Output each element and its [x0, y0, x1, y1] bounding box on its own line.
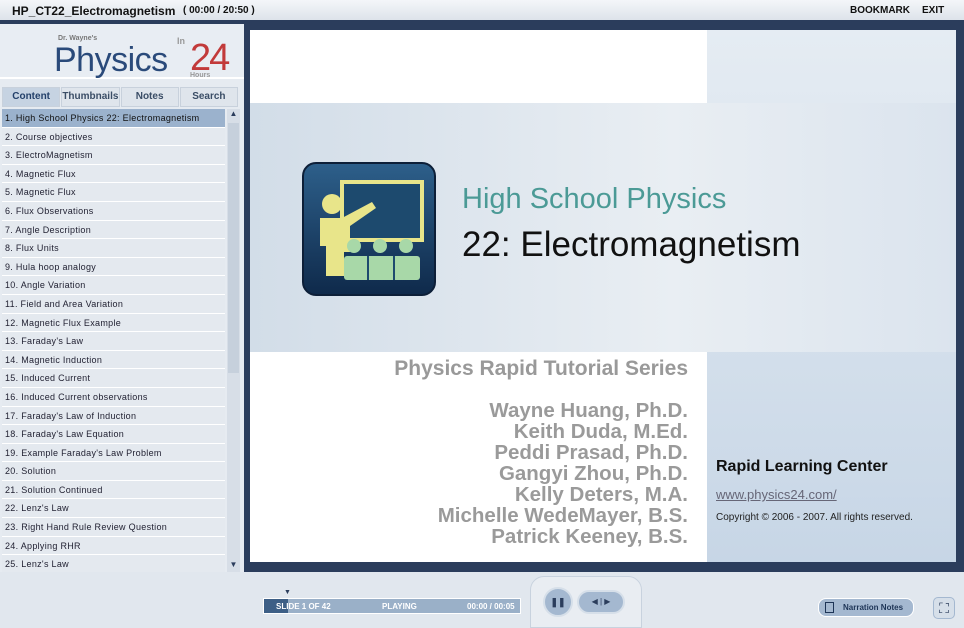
fullscreen-icon[interactable]: ⛶ — [933, 597, 955, 619]
logo-in: In — [177, 36, 185, 46]
list-item[interactable]: 6. Flux Observations — [2, 201, 225, 221]
next-icon[interactable]: ▶ — [604, 597, 610, 606]
slide-heading: High School Physics — [462, 183, 727, 215]
bookmark-button[interactable]: BOOKMARK — [850, 5, 910, 16]
slide-list: 1. High School Physics 22: Electromagnet… — [2, 109, 225, 572]
list-item[interactable]: 4. Magnetic Flux — [2, 164, 225, 184]
logo-physics: Physics — [54, 41, 168, 79]
list-item[interactable]: 21. Solution Continued — [2, 480, 225, 500]
scroll-thumb[interactable] — [228, 123, 239, 373]
list-item[interactable]: 12. Magnetic Flux Example — [2, 313, 225, 333]
series-title: Physics Rapid Tutorial Series — [394, 357, 688, 380]
narration-notes-button[interactable]: Narration Notes — [818, 598, 914, 617]
author: Michelle WedeMayer, B.S. — [437, 504, 688, 527]
list-item[interactable]: 5. Magnetic Flux — [2, 183, 225, 202]
copyright: Copyright © 2006 - 2007. All rights rese… — [716, 512, 913, 523]
total-time: ( 00:00 / 20:50 ) — [183, 5, 255, 16]
list-item[interactable]: 14. Magnetic Induction — [2, 350, 225, 370]
sidebar-tabs: Content Thumbnails Notes Search — [2, 87, 238, 107]
playback-controls: ❚❚ ◀ | ▶ — [530, 576, 642, 628]
list-item[interactable]: 15. Induced Current — [2, 369, 225, 388]
tab-search[interactable]: Search — [179, 87, 238, 107]
author: Gangyi Zhou, Ph.D. — [498, 462, 688, 485]
author: Patrick Keeney, B.S. — [491, 525, 688, 548]
logo: Dr. Wayne's Physics In 24 Hours — [0, 24, 244, 79]
list-item[interactable]: 19. Example Faraday's Law Problem — [2, 443, 225, 463]
list-item[interactable]: 13. Faraday's Law — [2, 332, 225, 351]
prev-next-buttons[interactable]: ◀ | ▶ — [577, 590, 625, 614]
list-item[interactable]: 9. Hula hoop analogy — [2, 257, 225, 277]
notes-icon — [825, 602, 834, 613]
scrollbar[interactable]: ▲ ▼ — [227, 109, 240, 572]
narration-notes-label: Narration Notes — [843, 603, 904, 612]
list-item[interactable]: 7. Angle Description — [2, 220, 225, 240]
tab-thumbnails[interactable]: Thumbnails — [61, 87, 120, 107]
exit-button[interactable]: EXIT — [922, 5, 944, 16]
player-bar: ▼ SLIDE 1 OF 42 PLAYING 00:00 / 00:05 ❚❚… — [0, 572, 964, 628]
list-item[interactable]: 1. High School Physics 22: Electromagnet… — [2, 109, 225, 128]
list-item[interactable]: 25. Lenz's Law — [2, 555, 225, 572]
teacher-icon — [302, 162, 436, 296]
slide-time: 00:00 / 00:05 — [467, 602, 515, 611]
progress-marker-icon[interactable]: ▼ — [284, 589, 291, 596]
tab-content[interactable]: Content — [2, 87, 61, 107]
list-item[interactable]: 2. Course objectives — [2, 127, 225, 147]
list-item[interactable]: 20. Solution — [2, 462, 225, 481]
play-status: PLAYING — [382, 602, 417, 611]
list-item[interactable]: 11. Field and Area Variation — [2, 294, 225, 314]
author: Kelly Deters, M.A. — [514, 483, 688, 506]
list-item[interactable]: 16. Induced Current observations — [2, 387, 225, 407]
slide-subheading: 22: Electromagnetism — [462, 225, 801, 264]
list-item[interactable]: 23. Right Hand Rule Review Question — [2, 518, 225, 537]
center-name: Rapid Learning Center — [716, 458, 888, 475]
tab-notes[interactable]: Notes — [120, 87, 179, 107]
sidebar: Dr. Wayne's Physics In 24 Hours Content … — [0, 24, 244, 572]
list-item[interactable]: 22. Lenz's Law — [2, 499, 225, 519]
title-bar: HP_CT22_Electromagnetism ( 00:00 / 20:50… — [0, 0, 964, 22]
list-item[interactable]: 24. Applying RHR — [2, 536, 225, 556]
slide: High School Physics 22: Electromagnetism… — [250, 30, 956, 562]
list-item[interactable]: 18. Faraday's Law Equation — [2, 425, 225, 444]
website-link[interactable]: www.physics24.com/ — [716, 487, 837, 502]
prev-icon[interactable]: ◀ — [592, 597, 598, 606]
logo-hours: Hours — [190, 72, 211, 79]
list-item[interactable]: 8. Flux Units — [2, 239, 225, 258]
progress-bar[interactable]: SLIDE 1 OF 42 PLAYING 00:00 / 00:05 — [263, 598, 521, 614]
scroll-up-icon[interactable]: ▲ — [227, 109, 240, 121]
authors: Wayne Huang, Ph.D. Keith Duda, M.Ed. Ped… — [438, 400, 688, 547]
author: Keith Duda, M.Ed. — [513, 420, 688, 443]
slide-counter: SLIDE 1 OF 42 — [276, 602, 331, 611]
course-title: HP_CT22_Electromagnetism — [12, 4, 176, 18]
author: Wayne Huang, Ph.D. — [489, 399, 688, 422]
pause-button[interactable]: ❚❚ — [543, 587, 573, 617]
list-item[interactable]: 17. Faraday's Law of Induction — [2, 406, 225, 426]
list-item[interactable]: 3. ElectroMagnetism — [2, 146, 225, 165]
scroll-down-icon[interactable]: ▼ — [227, 560, 240, 572]
author: Peddi Prasad, Ph.D. — [494, 441, 688, 464]
list-item[interactable]: 10. Angle Variation — [2, 276, 225, 295]
